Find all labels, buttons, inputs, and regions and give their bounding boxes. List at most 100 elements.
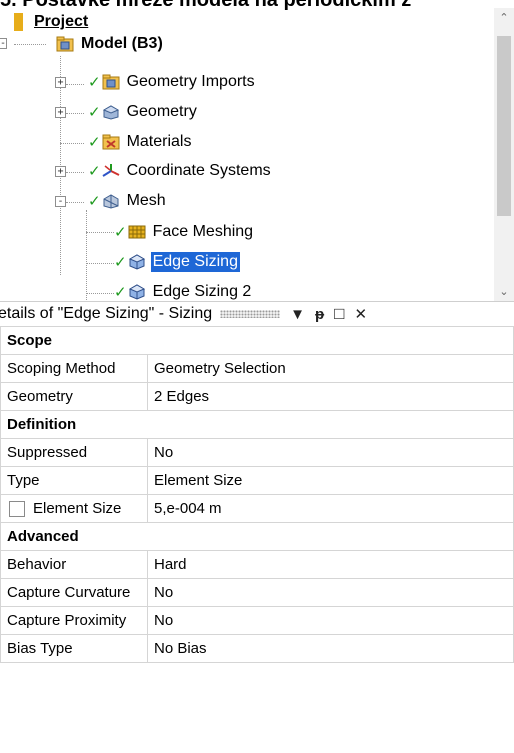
row-value[interactable]: 2 Edges <box>147 382 514 411</box>
expand-toggle[interactable]: + <box>55 77 66 88</box>
close-icon[interactable]: ✕ <box>354 305 367 323</box>
model-icon <box>56 36 74 52</box>
tree-node-materials[interactable]: ✓ Materials <box>88 130 193 154</box>
table-row[interactable]: Suppressed No <box>0 438 514 467</box>
table-row[interactable]: Geometry 2 Edges <box>0 382 514 411</box>
expand-toggle[interactable]: + <box>55 166 66 177</box>
row-value[interactable]: 5,e-004 m <box>147 494 514 523</box>
check-icon: ✓ <box>88 74 101 91</box>
table-row[interactable]: Behavior Hard <box>0 550 514 579</box>
details-panel-title: etails of "Edge Sizing" - Sizing <box>0 305 213 322</box>
tree-node-label: Coordinate Systems <box>126 162 271 179</box>
scrollbar-thumb[interactable] <box>497 36 511 216</box>
tree-node-geometry[interactable]: ✓ Geometry <box>88 100 199 124</box>
collapse-toggle[interactable]: - <box>0 38 7 49</box>
row-label: Scoping Method <box>0 354 148 383</box>
edge-sizing-icon <box>128 254 146 270</box>
row-value[interactable]: No <box>147 578 514 607</box>
tree-node-edge-sizing[interactable]: ✓ Edge Sizing <box>114 250 240 274</box>
check-icon: ✓ <box>88 163 101 180</box>
tree-scrollbar[interactable]: ⌃ ⌄ <box>494 8 514 303</box>
table-row[interactable]: Bias Type No Bias <box>0 634 514 663</box>
row-value[interactable]: No <box>147 438 514 467</box>
section-advanced: Advanced <box>0 522 514 551</box>
tree-node-label: Materials <box>126 133 192 150</box>
tree-node-label: Mesh <box>126 192 166 209</box>
edge-sizing-icon <box>128 284 146 300</box>
check-icon: ✓ <box>114 284 127 301</box>
table-row[interactable]: Element Size 5,e-004 m <box>0 494 514 523</box>
row-value[interactable]: No Bias <box>147 634 514 663</box>
tree-node-model[interactable]: Model (B3) <box>56 32 165 56</box>
pin-icon[interactable]: ᵽ <box>315 306 324 323</box>
maximize-icon[interactable]: □ <box>334 304 344 324</box>
check-icon: ✓ <box>114 224 127 241</box>
folder-import-icon <box>102 74 120 90</box>
section-header[interactable]: Definition <box>0 410 514 439</box>
table-row[interactable]: Scoping Method Geometry Selection <box>0 354 514 383</box>
section-header[interactable]: Scope <box>0 326 514 355</box>
row-label: Geometry <box>0 382 148 411</box>
drag-grip[interactable] <box>220 310 281 318</box>
tree-connector <box>86 210 87 303</box>
coordinate-systems-icon <box>102 163 120 179</box>
row-label: Capture Proximity <box>0 606 148 635</box>
check-icon: ✓ <box>88 104 101 121</box>
scroll-down-icon[interactable]: ⌄ <box>498 286 510 298</box>
dropdown-icon[interactable]: ▼ <box>290 306 305 323</box>
tree-root-project[interactable]: Project <box>14 10 90 34</box>
tree-connector <box>66 202 84 203</box>
tree-node-edge-sizing-2[interactable]: ✓ Edge Sizing 2 <box>114 280 253 303</box>
expand-toggle[interactable]: + <box>55 107 66 118</box>
row-value[interactable]: Hard <box>147 550 514 579</box>
tree-node-label: Geometry Imports <box>126 73 255 90</box>
collapse-toggle[interactable]: - <box>55 196 66 207</box>
section-definition: Definition <box>0 410 514 439</box>
scroll-up-icon[interactable]: ⌃ <box>498 12 510 24</box>
parameter-checkbox[interactable] <box>9 501 25 518</box>
table-row[interactable]: Capture Curvature No <box>0 578 514 607</box>
tree-node-label: Geometry <box>126 103 197 120</box>
details-panel-header: etails of "Edge Sizing" - Sizing ▼ ᵽ □ ✕ <box>0 301 514 327</box>
tree-connector <box>86 263 114 264</box>
tree-node-label: Edge Sizing <box>150 252 240 272</box>
tree-root-label: Project <box>34 13 89 30</box>
tree-node-model-label: Model (B3) <box>81 35 163 52</box>
row-value[interactable]: Geometry Selection <box>147 354 514 383</box>
tree-connector <box>86 293 114 294</box>
mesh-icon <box>102 193 120 209</box>
tree-node-geometry-imports[interactable]: ✓ Geometry Imports <box>88 70 257 94</box>
geometry-icon <box>102 104 120 120</box>
materials-icon <box>102 134 120 150</box>
tree-node-label: Face Meshing <box>152 223 254 240</box>
project-icon <box>14 13 23 31</box>
tree-connector <box>86 232 114 233</box>
table-row[interactable]: Type Element Size <box>0 466 514 495</box>
check-icon: ✓ <box>114 254 127 271</box>
details-table: Scope Scoping Method Geometry Selection … <box>0 326 514 663</box>
project-tree: Project - Model (B3) + ✓ Geometry Import… <box>0 8 514 303</box>
row-label: Behavior <box>0 550 148 579</box>
tree-node-face-meshing[interactable]: ✓ Face Meshing <box>114 220 255 244</box>
table-row[interactable]: Capture Proximity No <box>0 606 514 635</box>
tree-node-coordinate-systems[interactable]: ✓ Coordinate Systems <box>88 159 273 183</box>
tree-node-label: Edge Sizing 2 <box>152 283 252 300</box>
section-scope: Scope <box>0 326 514 355</box>
row-label-with-checkbox: Element Size <box>0 494 148 523</box>
tree-connector <box>66 172 84 173</box>
row-label: Bias Type <box>0 634 148 663</box>
tree-connector <box>60 143 84 144</box>
row-label: Suppressed <box>0 438 148 467</box>
row-label: Element Size <box>33 499 122 517</box>
row-value[interactable]: Element Size <box>147 466 514 495</box>
tree-connector <box>66 113 84 114</box>
tree-node-mesh[interactable]: ✓ Mesh <box>88 189 168 213</box>
check-icon: ✓ <box>88 193 101 210</box>
face-meshing-icon <box>128 224 146 240</box>
check-icon: ✓ <box>88 134 101 151</box>
section-header[interactable]: Advanced <box>0 522 514 551</box>
row-label: Type <box>0 466 148 495</box>
tree-connector <box>14 44 46 45</box>
row-value[interactable]: No <box>147 606 514 635</box>
tree-connector <box>66 84 84 85</box>
